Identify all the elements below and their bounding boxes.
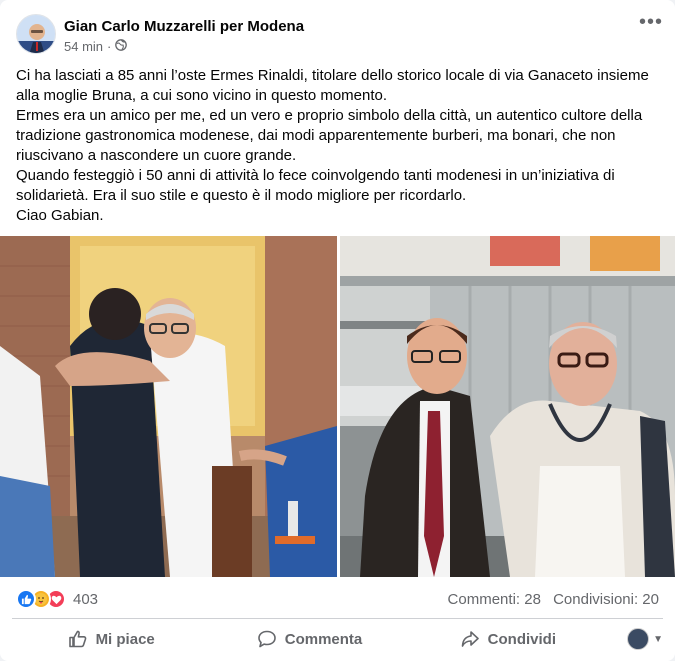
like-reaction-icon xyxy=(16,589,36,609)
post-paragraph: Ermes era un amico per me, ed un vero e … xyxy=(16,107,643,164)
caret-down-icon: ▼ xyxy=(653,633,663,645)
post-actions: Mi piace Commenta Condividi ▼ xyxy=(12,621,663,657)
post-stats: 403 Commenti: 28 Condivisioni: 20 xyxy=(16,585,659,613)
share-button[interactable]: Condividi xyxy=(409,621,607,657)
comments-count[interactable]: Commenti: 28 xyxy=(448,591,541,608)
audience-selector[interactable]: ▼ xyxy=(607,621,663,657)
comment-label: Commenta xyxy=(284,630,363,648)
comment-button[interactable]: Commenta xyxy=(210,621,408,657)
comment-icon xyxy=(257,629,277,649)
avatar-photo xyxy=(17,15,55,53)
meta-separator: · xyxy=(107,39,112,54)
reaction-count[interactable]: 403 xyxy=(73,591,98,608)
actions-divider xyxy=(12,618,663,619)
reactions-summary[interactable]: 403 xyxy=(16,589,98,609)
like-label: Mi piace xyxy=(95,630,155,648)
shares-count[interactable]: Condivisioni: 20 xyxy=(553,591,659,608)
author-avatar[interactable] xyxy=(16,14,56,54)
post-text: Ci ha lasciati a 85 anni l’oste Ermes Ri… xyxy=(16,66,659,226)
share-label: Condividi xyxy=(487,630,556,648)
more-horizontal-icon: ••• xyxy=(638,10,663,33)
more-options-button[interactable]: ••• xyxy=(637,8,665,36)
photo-grid xyxy=(0,236,675,577)
photo-kitchen[interactable] xyxy=(340,236,675,577)
photo-hug[interactable] xyxy=(0,236,337,577)
like-button[interactable]: Mi piace xyxy=(12,621,210,657)
post-card: Gian Carlo Muzzarelli per Modena 54 min … xyxy=(0,0,675,661)
share-arrow-icon xyxy=(460,629,480,649)
page-avatar-icon xyxy=(627,628,650,650)
thumbs-up-icon xyxy=(68,629,88,649)
post-paragraph: Quando festeggiò i 50 anni di attività l… xyxy=(16,167,615,204)
post-paragraph: Ciao Gabian. xyxy=(16,207,104,224)
author-name[interactable]: Gian Carlo Muzzarelli per Modena xyxy=(64,17,304,36)
post-header: Gian Carlo Muzzarelli per Modena 54 min … xyxy=(16,14,663,58)
globe-icon xyxy=(115,39,128,54)
post-paragraph: Ci ha lasciati a 85 anni l’oste Ermes Ri… xyxy=(16,67,649,104)
post-time[interactable]: 54 min xyxy=(64,39,103,54)
